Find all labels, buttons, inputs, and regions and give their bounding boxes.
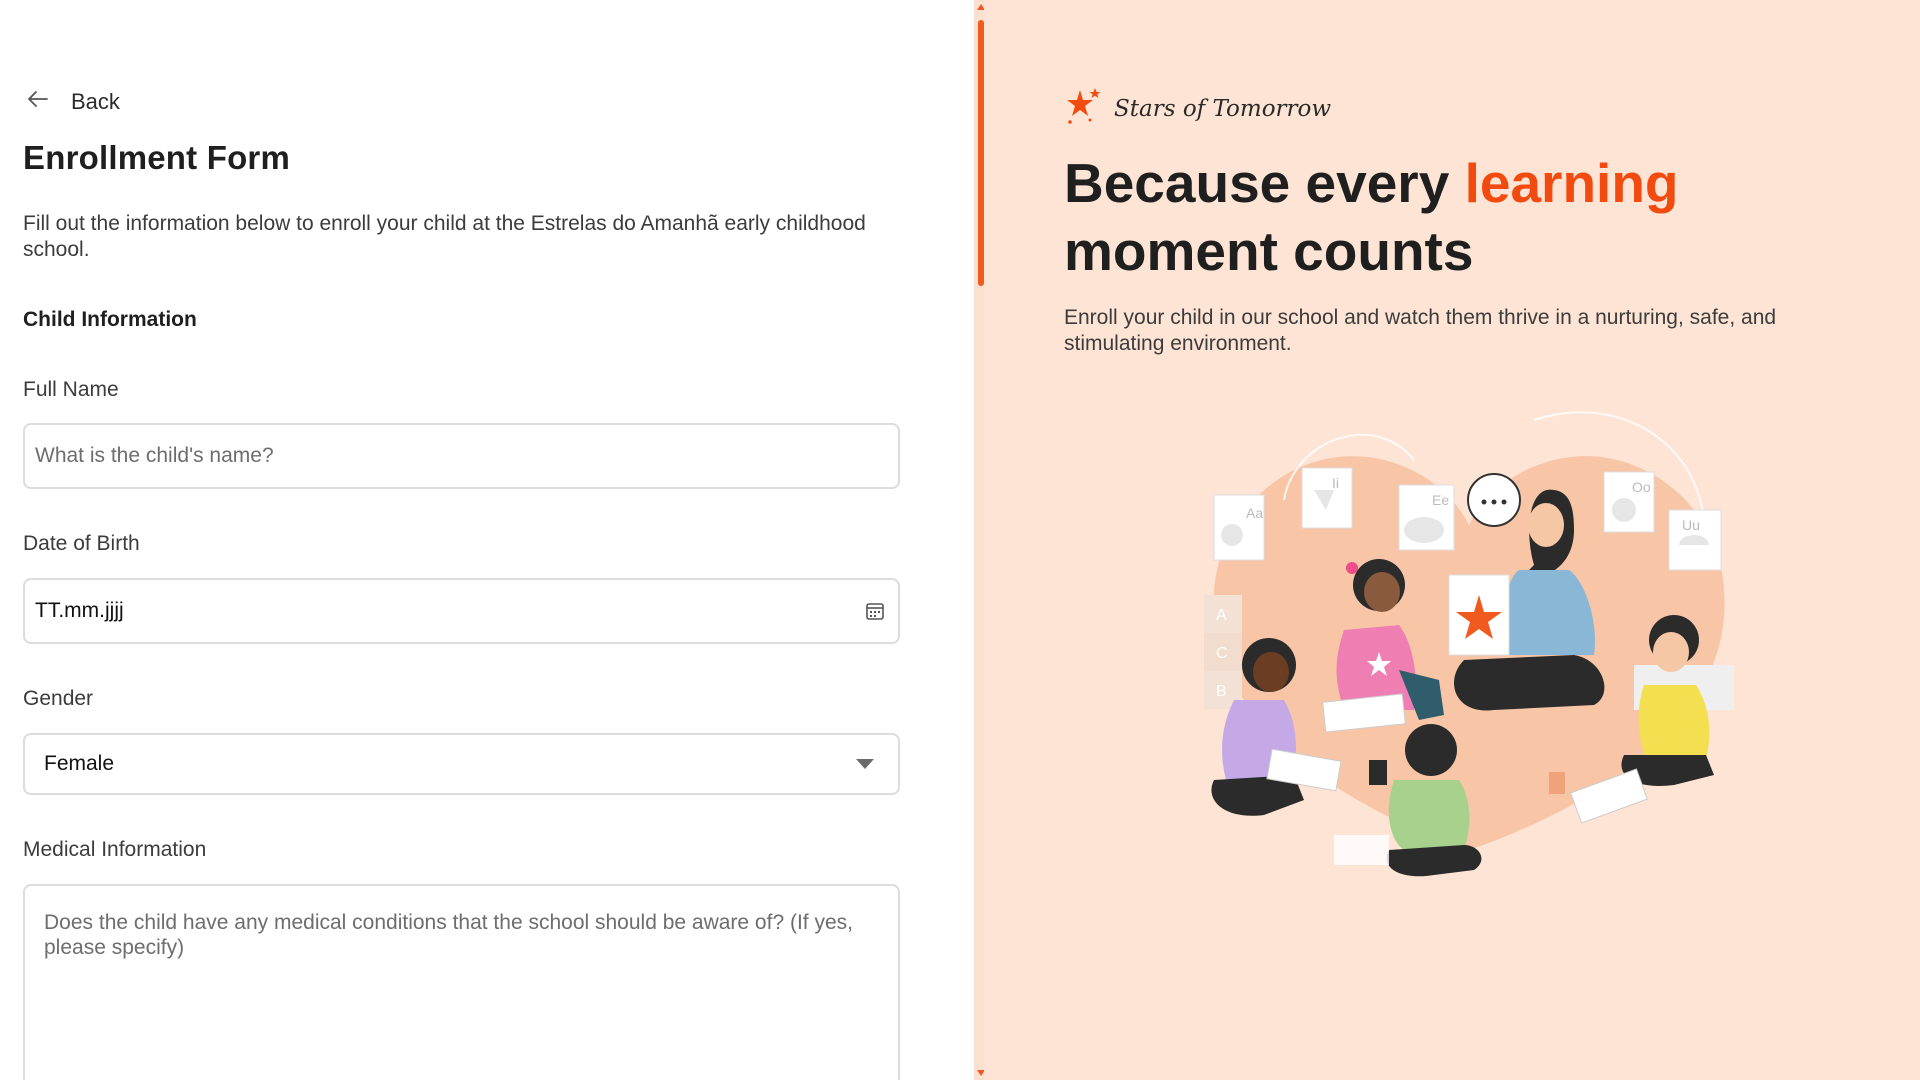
form-intro: Fill out the information below to enroll… (23, 212, 866, 261)
full-name-placeholder: What is the child's name? (35, 444, 274, 467)
hero-subtext: Enroll your child in our school and watc… (1064, 306, 1777, 355)
gender-selected-value: Female (44, 752, 115, 775)
headline-part2: moment counts (1064, 220, 1474, 282)
letter-card-ii-text: Ii (1332, 475, 1339, 491)
speech-bubble (1467, 473, 1521, 527)
enrollment-form-panel: Back Enrollment Form Fill out the inform… (0, 0, 975, 1080)
back-link[interactable]: Back (25, 86, 120, 118)
medical-placeholder: Does the child have any medical conditio… (44, 911, 853, 959)
page-title: Enrollment Form (23, 139, 291, 176)
letter-card-uu: Uu (1668, 509, 1722, 571)
full-name-input[interactable]: What is the child's name? (23, 423, 900, 489)
calendar-icon[interactable] (864, 600, 886, 622)
arrow-left-icon (25, 86, 51, 118)
letter-card-aa: Aa (1213, 494, 1265, 561)
letter-card-oo-text: Oo (1632, 479, 1651, 495)
gender-label: Gender (23, 687, 94, 710)
block-a: A (1216, 607, 1227, 624)
section-title-child-info: Child Information (23, 308, 197, 331)
letter-card-ii: Ii (1301, 467, 1353, 529)
gender-select[interactable]: Female (23, 733, 900, 795)
headline-part1: Because every (1064, 152, 1465, 214)
star-logo-icon (1064, 86, 1104, 131)
letter-blocks: A C B (1204, 595, 1242, 709)
letter-card-ee-text: Ee (1432, 492, 1449, 508)
block-b: B (1216, 683, 1227, 700)
letter-card-uu-text: Uu (1682, 517, 1700, 533)
dob-input[interactable]: TT.mm.jjjj (23, 578, 900, 644)
dob-value: TT.mm.jjjj (35, 599, 124, 622)
letter-card-ee: Ee (1398, 484, 1455, 551)
brand-name: Stars of Tomorrow (1114, 95, 1332, 122)
chevron-down-icon (856, 759, 874, 769)
classroom-illustration: Aa Ii Ee Oo Uu A C B (1204, 411, 1734, 877)
medical-textarea[interactable]: Does the child have any medical conditio… (23, 884, 900, 1080)
block-c: C (1216, 645, 1228, 662)
brand-logo: Stars of Tomorrow (1064, 86, 1331, 131)
letter-card-aa-text: Aa (1246, 505, 1263, 521)
hero-panel: Stars of Tomorrow Because every learning… (984, 0, 1920, 1080)
dob-label: Date of Birth (23, 532, 140, 555)
full-name-label: Full Name (23, 378, 119, 401)
letter-card-oo: Oo (1603, 471, 1655, 533)
headline-accent: learning (1464, 152, 1679, 214)
back-label: Back (71, 89, 120, 114)
hero-headline: Because every learning moment counts (1064, 149, 1884, 285)
medical-label: Medical Information (23, 838, 207, 861)
